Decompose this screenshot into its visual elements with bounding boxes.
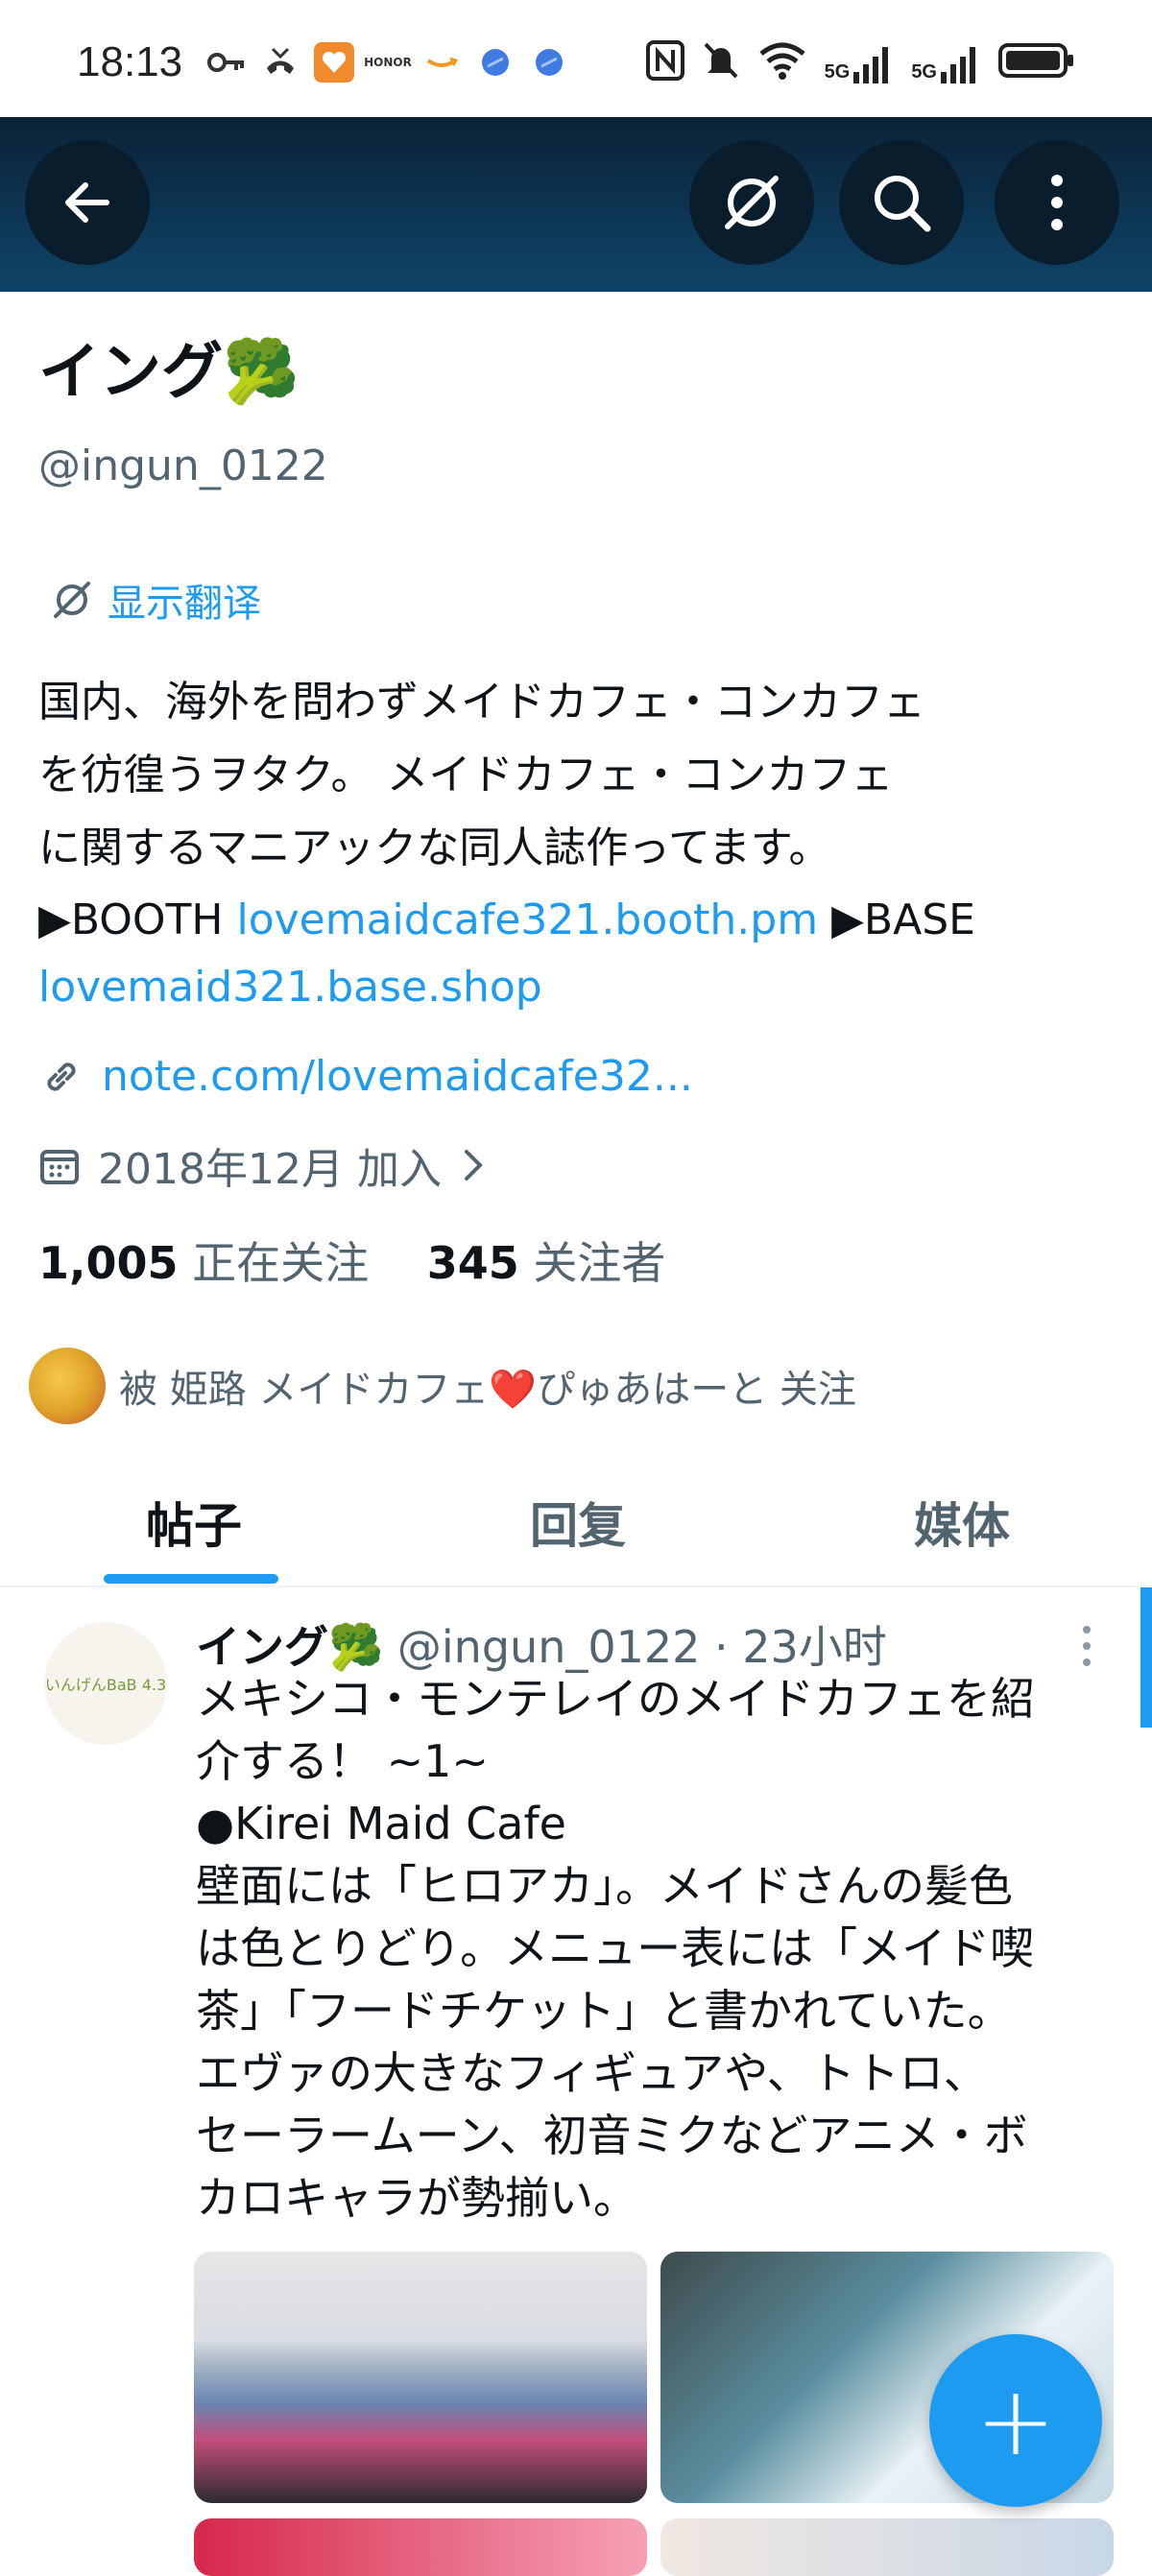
booth-prefix: ▶BOOTH xyxy=(38,895,237,944)
following-label: 正在关注 xyxy=(192,1237,370,1289)
nfc-icon xyxy=(645,40,684,87)
post-line: セーラームーン、初音ミクなどアニメ・ボ xyxy=(196,2110,1028,2161)
status-time: 18:13 xyxy=(77,38,183,85)
joined-date: 2018年12月 加入 xyxy=(98,1145,442,1194)
base-prefix: ▶BASE xyxy=(818,895,975,944)
show-translation-label: 显示翻译 xyxy=(108,582,261,626)
profile-handle: @ingun_0122 xyxy=(38,441,328,490)
blue-ball-icon xyxy=(529,42,569,83)
blue-ball-icon xyxy=(475,42,516,83)
translate-off-icon xyxy=(725,176,779,229)
translate-icon xyxy=(54,582,90,618)
followed-by-row[interactable]: 被 姫路 メイドカフェ❤️ぴゅあはーと 关注 xyxy=(29,1348,856,1424)
post-handle[interactable]: @ingun_0122 xyxy=(397,1621,701,1673)
translate-off-button[interactable] xyxy=(689,140,814,265)
booth-link[interactable]: lovemaidcafe321.booth.pm xyxy=(236,895,818,944)
heart-app-icon xyxy=(314,42,354,83)
5g-signal-icon: 5G xyxy=(911,45,981,83)
tab-replies[interactable]: 回复 xyxy=(530,1488,626,1557)
amazon-icon xyxy=(421,42,462,83)
link-icon xyxy=(47,1061,76,1091)
more-options-button[interactable] xyxy=(995,140,1119,265)
profile-bio: 国内、海外を問わずメイドカフェ・コンカフェ を彷徨うヲタク。 メイドカフェ・コン… xyxy=(38,666,1104,1021)
post-line: メキシコ・モンテレイのメイドカフェを紹 xyxy=(196,1673,1035,1725)
base-link[interactable]: lovemaid321.base.shop xyxy=(38,963,542,1012)
post-text: メキシコ・モンテレイのメイドカフェを紹 介する！ ~1~ ●Kirei Maid… xyxy=(196,1668,1089,2230)
wifi-icon xyxy=(757,40,807,87)
following-link[interactable]: 1,005 正在关注 xyxy=(38,1237,369,1289)
bio-line: 国内、海外を問わずメイドカフェ・コンカフェ xyxy=(38,678,925,727)
status-left-icons: HONOR xyxy=(206,42,569,83)
following-count: 1,005 xyxy=(38,1237,179,1289)
5g-signal-icon: 5G xyxy=(825,45,895,83)
scrollbar[interactable] xyxy=(1140,1587,1152,1728)
status-bar: 18:13 HONOR 5G 5G xyxy=(0,0,1152,117)
bio-links: ▶BOOTH lovemaidcafe321.booth.pm ▶BASE lo… xyxy=(38,887,1104,1021)
followers-label: 关注者 xyxy=(533,1237,666,1289)
post-more-button[interactable] xyxy=(1079,1622,1094,1670)
tab-media[interactable]: 媒体 xyxy=(914,1488,1010,1557)
post-author[interactable]: イング🥦 xyxy=(196,1621,383,1673)
arrow-left-icon xyxy=(65,182,109,223)
mute-icon xyxy=(702,40,740,87)
post-avatar-caption: いんげんBaB 4.3 xyxy=(44,1676,167,1694)
post-line: ●Kirei Maid Cafe xyxy=(196,1798,566,1849)
tab-posts[interactable]: 帖子 xyxy=(146,1488,242,1557)
calendar-icon xyxy=(40,1150,79,1184)
post-avatar[interactable]: いんげんBaB 4.3 xyxy=(44,1622,167,1745)
post-time: · 23小时 xyxy=(714,1621,887,1673)
key-icon xyxy=(206,42,247,83)
post-line: 壁面には「ヒロアカ」。メイドさんの髪色 xyxy=(196,1860,1013,1912)
post-line: エヴァの大きなフィギュアや、トトロ、 xyxy=(196,2047,988,2099)
follow-stats: 1,005 正在关注 345 关注者 xyxy=(38,1228,665,1292)
post-line: は色とりどり。メニュー表には「メイド喫 xyxy=(196,1922,1035,1974)
bio-line: を彷徨うヲタク。 メイドカフェ・コンカフェ xyxy=(38,751,894,799)
post-line: 茶」「フードチケット」と書かれていた。 xyxy=(196,1985,1012,2037)
avatar xyxy=(29,1348,106,1424)
plus-icon: + xyxy=(975,2364,1056,2477)
post-line: カロキャラが勢揃い。 xyxy=(196,2172,637,2224)
battery-icon xyxy=(998,41,1075,86)
followed-by-text: 被 姫路 メイドカフェ❤️ぴゅあはーと 关注 xyxy=(119,1368,856,1412)
honor-icon: HONOR xyxy=(364,56,412,69)
post-image[interactable] xyxy=(660,2518,1114,2576)
followers-count: 345 xyxy=(426,1237,519,1289)
bio-line: に関するマニアックな同人誌作ってます。 xyxy=(38,823,831,872)
more-vertical-icon xyxy=(1051,175,1063,230)
website-row: note.com/lovemaidcafe32... xyxy=(38,1052,693,1101)
compose-button[interactable]: + xyxy=(929,2334,1102,2507)
back-button[interactable] xyxy=(25,140,150,265)
search-icon xyxy=(875,176,931,232)
profile-tabs: 帖子 回复 媒体 xyxy=(0,1459,1152,1587)
search-button[interactable] xyxy=(839,140,964,265)
joined-row[interactable]: 2018年12月 加入 xyxy=(38,1134,488,1196)
profile-banner xyxy=(0,117,1152,292)
website-link[interactable]: note.com/lovemaidcafe32... xyxy=(102,1052,693,1101)
post-image[interactable] xyxy=(194,2252,647,2503)
active-tab-indicator xyxy=(104,1574,278,1584)
post-header: イング🥦 @ingun_0122 · 23小时 xyxy=(196,1612,887,1676)
followers-link[interactable]: 345 关注者 xyxy=(427,1237,666,1289)
post-image[interactable] xyxy=(194,2518,647,2576)
post-line: 介する！ ~1~ xyxy=(196,1735,489,1787)
show-translation-link[interactable]: 显示翻译 xyxy=(50,572,261,628)
chevron-right-icon xyxy=(464,1150,483,1181)
status-right-icons: 5G 5G xyxy=(645,40,1075,87)
missed-call-icon xyxy=(260,42,300,83)
more-vertical-icon xyxy=(1083,1626,1091,1666)
profile-name: イング🥦 xyxy=(38,337,300,408)
